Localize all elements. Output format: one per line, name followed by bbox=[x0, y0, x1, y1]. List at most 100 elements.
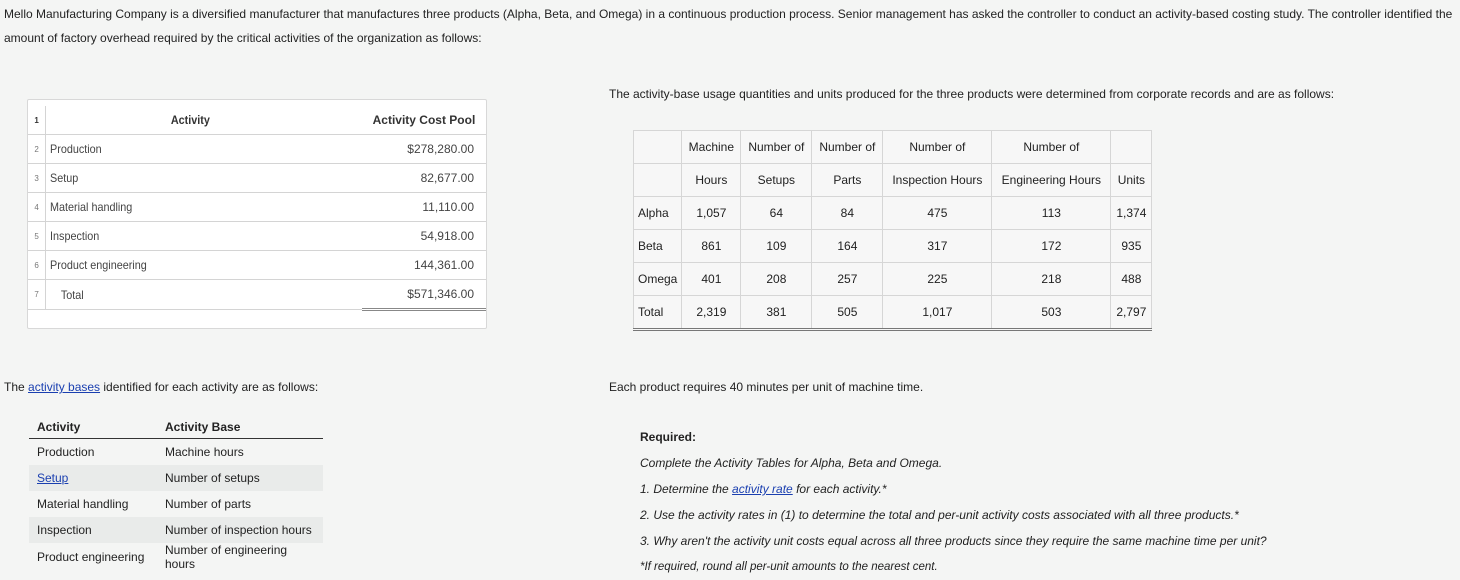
activity-bases-link[interactable]: activity bases bbox=[28, 380, 100, 394]
value-cell: 257 bbox=[811, 262, 884, 296]
intro-paragraph: Mello Manufacturing Company is a diversi… bbox=[4, 7, 1453, 45]
value-cell: 1,057 bbox=[681, 196, 742, 230]
required-item-2: 2. Use the activity rates in (1) to dete… bbox=[640, 508, 1239, 522]
header-cell bbox=[632, 130, 683, 164]
cost-pool-column-header: Activity Cost Pool bbox=[361, 106, 486, 135]
activity-column-header: Activity bbox=[29, 416, 157, 439]
table-header-row: Machine Number of Number of Number of Nu… bbox=[632, 130, 1153, 164]
activity-cell: Product engineering bbox=[37, 550, 145, 564]
value-cell: 1,374 bbox=[1110, 196, 1153, 230]
row-number: 7 bbox=[28, 279, 47, 310]
table-row: Setup Number of setups bbox=[29, 465, 323, 491]
header-cell: Setups bbox=[740, 163, 813, 197]
value-cell: 1,017 bbox=[882, 295, 993, 331]
value-cell: 503 bbox=[991, 295, 1112, 331]
table-row: 3 Setup 82,677.00 bbox=[28, 163, 486, 193]
row-number: 2 bbox=[28, 134, 47, 164]
required-title: Required: bbox=[640, 430, 697, 444]
activity-column-header: Activity bbox=[45, 106, 331, 135]
activity-cell: Production bbox=[37, 445, 95, 459]
value-cell: 164 bbox=[811, 229, 884, 263]
value-cell: 401 bbox=[681, 262, 742, 296]
total-row: Total 2,319 381 505 1,017 503 2,797 bbox=[632, 295, 1153, 331]
value-cell: 225 bbox=[882, 262, 993, 296]
table-row: Production Machine hours bbox=[29, 439, 323, 466]
activity-cell: Setup bbox=[29, 465, 157, 491]
setup-link[interactable]: Setup bbox=[37, 471, 68, 485]
header-cell: Units bbox=[1110, 163, 1153, 197]
machine-time-note: Each product requires 40 minutes per uni… bbox=[609, 380, 924, 394]
header-cell: Number of bbox=[811, 130, 884, 164]
product-cell: Omega bbox=[632, 262, 683, 296]
value-cell: 488 bbox=[1110, 262, 1153, 296]
required-section: Required: Complete the Activity Tables f… bbox=[640, 424, 1440, 580]
table-row: Material handling Number of parts bbox=[29, 491, 323, 517]
product-cell: Total bbox=[632, 295, 683, 331]
activity-cell: Material handling bbox=[37, 497, 129, 511]
value-cell: 113 bbox=[991, 196, 1112, 230]
activity-cost-table: 1 Activity Activity Cost Pool 2 Producti… bbox=[28, 106, 486, 311]
activity-bases-caption: The activity bases identified for each a… bbox=[4, 380, 318, 394]
value-cell: 2,797 bbox=[1110, 295, 1153, 331]
row-number: 3 bbox=[28, 163, 47, 193]
activity-base-cell: Number of setups bbox=[157, 465, 323, 491]
table-row: Product engineering Number of engineerin… bbox=[29, 543, 323, 571]
rounding-note: *If required, round all per-unit amounts… bbox=[640, 561, 938, 573]
activity-rate-link[interactable]: activity rate bbox=[732, 482, 793, 496]
header-cell: Number of bbox=[740, 130, 813, 164]
activity-base-cell: Number of inspection hours bbox=[157, 517, 323, 543]
table-row: Inspection Number of inspection hours bbox=[29, 517, 323, 543]
activity-cell: Material handling bbox=[45, 192, 331, 222]
value-cell: 172 bbox=[991, 229, 1112, 263]
product-cell: Alpha bbox=[632, 196, 683, 230]
value-cell: 109 bbox=[740, 229, 813, 263]
usage-caption: The activity-base usage quantities and u… bbox=[609, 87, 1335, 101]
activity-cell: Inspection bbox=[29, 517, 157, 543]
value-cell: 381 bbox=[740, 295, 813, 331]
row-number: 1 bbox=[28, 106, 47, 135]
required-instruction: Complete the Activity Tables for Alpha, … bbox=[640, 456, 943, 470]
table-row: Alpha 1,057 64 84 475 113 1,374 bbox=[632, 196, 1153, 230]
activity-base-column-header: Activity Base bbox=[157, 416, 323, 439]
item-text: for each activity.* bbox=[792, 482, 887, 496]
activity-base-cell: Number of engineering hours bbox=[165, 543, 288, 571]
activity-bases-table: Activity Activity Base Production Machin… bbox=[29, 416, 323, 571]
required-item-1: 1. Determine the activity rate for each … bbox=[640, 476, 1440, 502]
table-row: 6 Product engineering 144,361.00 bbox=[28, 250, 486, 280]
value-cell: 505 bbox=[811, 295, 884, 331]
table-row: 5 Inspection 54,918.00 bbox=[28, 221, 486, 251]
cost-cell: $571,346.00 bbox=[361, 279, 486, 311]
activity-cell: Total bbox=[45, 279, 331, 310]
header-cell: Number of bbox=[882, 130, 993, 164]
table-header-row: 1 Activity Activity Cost Pool bbox=[28, 106, 486, 135]
activity-cell: Setup bbox=[45, 163, 331, 193]
row-number: 5 bbox=[28, 221, 47, 251]
value-cell: 935 bbox=[1110, 229, 1153, 263]
row-number: 4 bbox=[28, 192, 47, 222]
total-row: 7 Total $571,346.00 bbox=[28, 279, 486, 311]
caption-text: The bbox=[4, 380, 29, 394]
header-cell: Machine bbox=[681, 130, 742, 164]
value-cell: 475 bbox=[882, 196, 993, 230]
cost-cell: 54,918.00 bbox=[361, 221, 486, 251]
value-cell: 317 bbox=[882, 229, 993, 263]
value-cell: 861 bbox=[681, 229, 742, 263]
required-item-3: 3. Why aren't the activity unit costs eq… bbox=[640, 534, 1267, 548]
header-cell: Inspection Hours bbox=[882, 163, 993, 197]
cost-cell: $278,280.00 bbox=[361, 134, 486, 164]
cost-cell: 82,677.00 bbox=[361, 163, 486, 193]
activity-cell: Product engineering bbox=[45, 250, 331, 280]
row-number: 6 bbox=[28, 250, 47, 280]
table-header-row: Activity Activity Base bbox=[29, 416, 323, 439]
table-header-row: Hours Setups Parts Inspection Hours Engi… bbox=[632, 163, 1153, 197]
table-row: Omega 401 208 257 225 218 488 bbox=[632, 262, 1153, 296]
value-cell: 2,319 bbox=[681, 295, 742, 331]
header-cell bbox=[1110, 130, 1153, 164]
activity-base-cell: Number of parts bbox=[165, 497, 252, 511]
table-row: 2 Production $278,280.00 bbox=[28, 134, 486, 164]
value-cell: 64 bbox=[740, 196, 813, 230]
activity-cell: Production bbox=[45, 134, 331, 164]
cost-cell: 144,361.00 bbox=[361, 250, 486, 280]
product-cell: Beta bbox=[632, 229, 683, 263]
header-cell: Number of bbox=[991, 130, 1112, 164]
